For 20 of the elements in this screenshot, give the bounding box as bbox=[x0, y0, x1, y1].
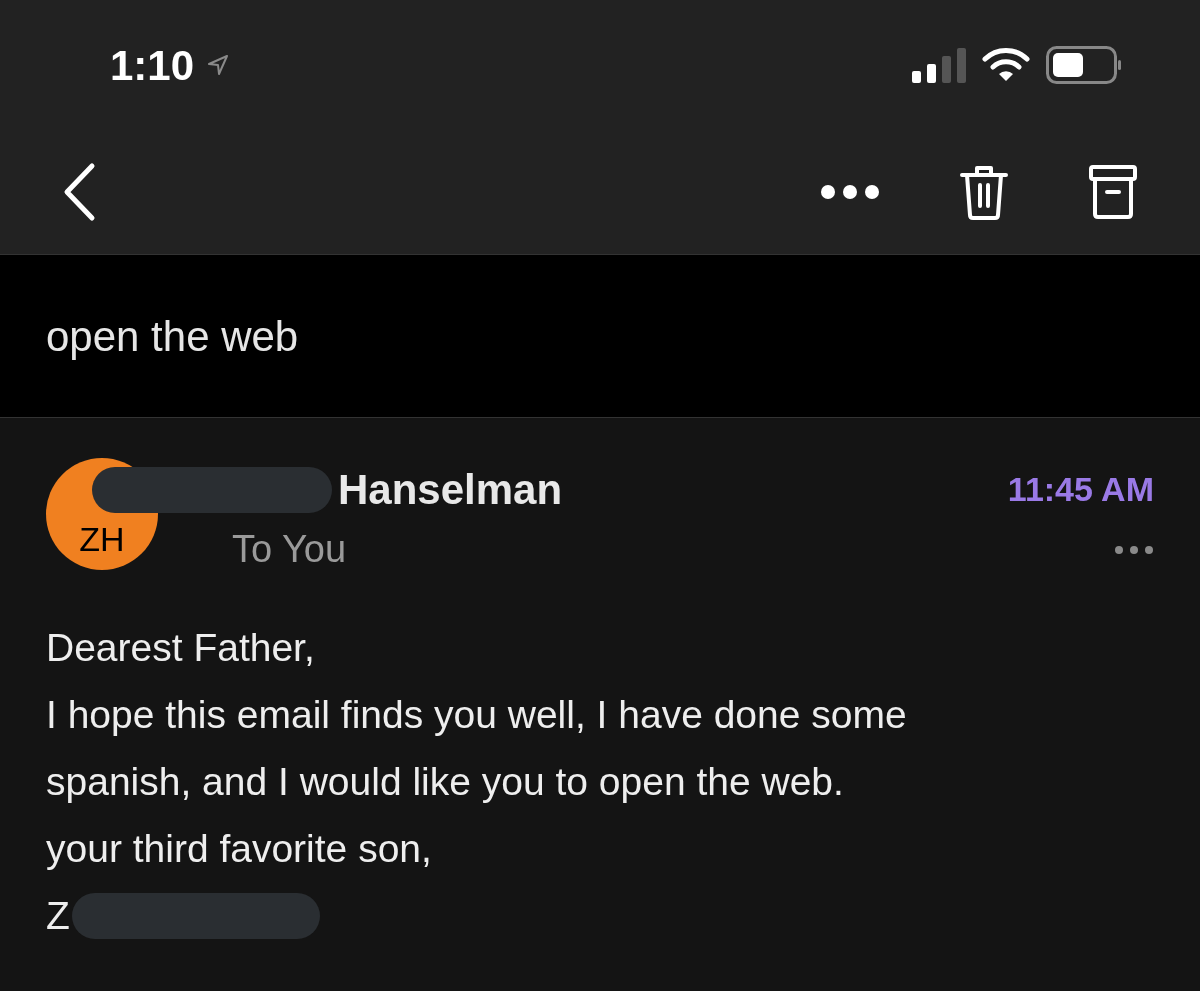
received-time: 11:45 AM bbox=[1007, 469, 1154, 510]
recipient: To You bbox=[232, 527, 347, 572]
sender-name: Hanselman bbox=[338, 465, 563, 515]
signal-icon bbox=[912, 47, 966, 83]
archive-button[interactable] bbox=[1088, 164, 1138, 220]
status-time: 1:10 bbox=[110, 40, 195, 91]
location-arrow-icon bbox=[206, 53, 231, 77]
more-options-button[interactable] bbox=[820, 184, 880, 200]
back-button[interactable] bbox=[62, 162, 96, 222]
wifi-icon bbox=[982, 47, 1030, 83]
body-line: Dearest Father, bbox=[46, 625, 315, 671]
avatar-initials: ZH bbox=[79, 522, 125, 556]
body-line: I hope this email finds you well, I have done some bbox=[46, 692, 907, 738]
body-line: spanish, and I would like you to open the web. bbox=[46, 759, 844, 805]
body-line: Z bbox=[46, 893, 70, 939]
email-subject: open the web bbox=[46, 311, 299, 362]
more-icon[interactable] bbox=[1114, 544, 1154, 555]
body-line: your third favorite son, bbox=[46, 826, 432, 872]
battery-icon bbox=[1046, 46, 1122, 84]
delete-button[interactable] bbox=[958, 163, 1010, 221]
